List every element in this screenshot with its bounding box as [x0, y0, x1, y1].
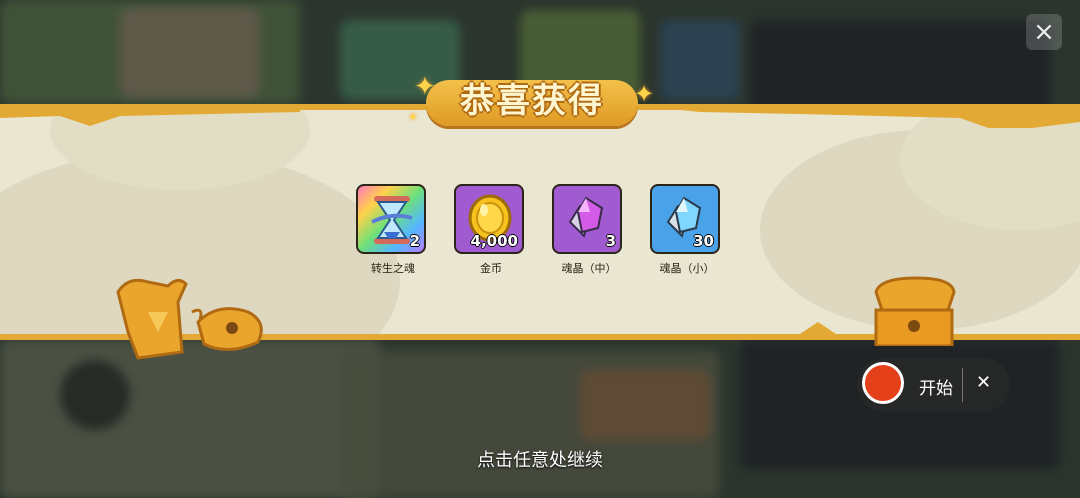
- close-icon[interactable]: ×: [1026, 14, 1062, 50]
- record-button[interactable]: [862, 362, 904, 404]
- tap-to-continue-hint[interactable]: 点击任意处继续: [0, 446, 1080, 472]
- reward-title: 恭喜获得: [460, 81, 604, 121]
- record-start-label[interactable]: 开始: [919, 374, 953, 399]
- reward-qty: 3: [605, 232, 616, 250]
- reward-name: 金币: [480, 262, 502, 275]
- reward-icon-frame: 3: [552, 184, 622, 254]
- reward-item-soul-crystal-small[interactable]: 30 魂晶（小）: [650, 184, 724, 276]
- armor-decoration-icon: [116, 278, 263, 360]
- reward-icon-frame: 30: [650, 184, 720, 254]
- sparkle-icon: ✦: [634, 80, 655, 108]
- sparkle-icon: ✦: [408, 110, 419, 124]
- reward-name: 魂晶（中）: [561, 262, 617, 275]
- reward-item-rebirth-soul[interactable]: 2 转生之魂: [356, 184, 430, 276]
- treasure-chest-icon: [874, 276, 956, 346]
- reward-name: 转生之魂: [371, 262, 415, 275]
- recorder-divider: [962, 368, 963, 402]
- reward-icon-frame: 4,000: [454, 184, 524, 254]
- reward-item-soul-crystal-medium[interactable]: 3 魂晶（中）: [552, 184, 626, 276]
- reward-qty: 30: [693, 232, 714, 250]
- reward-item-gold-coin[interactable]: 4,000 金币: [454, 184, 528, 276]
- reward-icon-frame: 2: [356, 184, 426, 254]
- recorder-close-button[interactable]: ✕: [976, 372, 991, 393]
- reward-name: 魂晶（小）: [659, 262, 715, 275]
- reward-qty: 4,000: [470, 232, 518, 250]
- sparkle-icon: ✦: [414, 72, 436, 102]
- reward-qty: 2: [409, 232, 420, 250]
